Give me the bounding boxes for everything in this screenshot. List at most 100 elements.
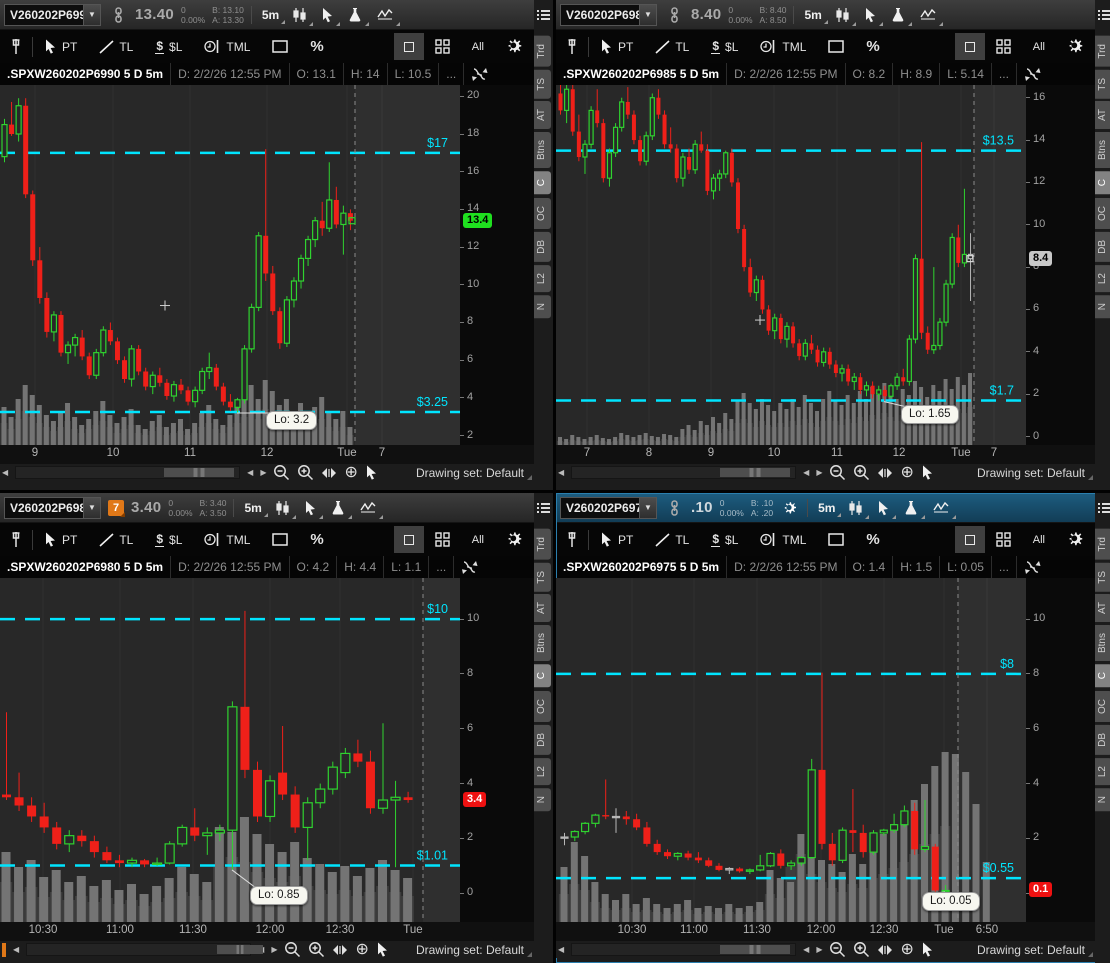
step-right-icon[interactable]: ▶	[816, 468, 822, 477]
point-tool-button[interactable]: PT	[33, 30, 88, 63]
chart-more-ellipsis[interactable]: ...	[992, 63, 1017, 85]
symbol-dropdown-button[interactable]: ▼	[639, 498, 656, 518]
percent-tool-button[interactable]: %	[299, 523, 334, 556]
crosshair-target-icon[interactable]: ⊕	[355, 943, 368, 957]
style-square-button[interactable]	[955, 33, 985, 60]
crosshair-target-icon[interactable]: ⊕	[344, 466, 357, 480]
point-tool-button[interactable]: PT	[589, 523, 644, 556]
symbol-input[interactable]: V260202P6975 ▼	[560, 497, 657, 519]
chart-more-ellipsis[interactable]: ...	[992, 556, 1017, 578]
price-level-tool-button[interactable]: $ $L	[700, 30, 749, 63]
grid-layout-button[interactable]	[985, 30, 1022, 63]
side-tab-trd[interactable]: Trd	[534, 36, 551, 67]
symbol-text[interactable]: V260202P6980	[5, 498, 83, 518]
side-tab-btns[interactable]: Btns	[1095, 625, 1110, 661]
pin-button[interactable]	[0, 523, 32, 556]
pin-button[interactable]	[556, 523, 588, 556]
pointer-icon[interactable]	[921, 465, 934, 480]
drawing-set-selector[interactable]: Drawing set: Default	[416, 943, 532, 957]
rectangle-tool-button[interactable]	[817, 30, 855, 63]
side-tab-ts[interactable]: TS	[534, 563, 551, 592]
side-tab-trd[interactable]: Trd	[1095, 36, 1110, 67]
pointer-icon[interactable]	[921, 942, 934, 957]
autofit-icon[interactable]	[454, 556, 486, 578]
crosshair-target-icon[interactable]: ⊕	[900, 466, 913, 480]
side-tab-at[interactable]: AT	[1095, 101, 1110, 129]
price-level-tool-button[interactable]: $ $L	[144, 30, 193, 63]
studies-flask-icon[interactable]	[903, 497, 925, 519]
price-axis[interactable]: 10864203.4	[460, 578, 534, 922]
side-tab-btns[interactable]: Btns	[534, 625, 551, 661]
price-axis[interactable]: 201816141210864213.4	[460, 85, 534, 445]
quick-menu-icon[interactable]	[537, 8, 553, 26]
trendline-tool-button[interactable]: TL	[644, 30, 700, 63]
price-chart-plot[interactable]: $8$0.55Lo: 0.05	[556, 578, 1026, 922]
studies-flask-icon[interactable]	[890, 4, 912, 26]
symbol-text[interactable]: V260202P6975	[561, 498, 639, 518]
chart-panel[interactable]: V260202P6975 ▼ .10 0 0.00% B: .10 A: .20…	[556, 493, 1110, 963]
side-tab-l2[interactable]: L2	[534, 265, 551, 292]
settings-gear-button[interactable]	[495, 523, 534, 556]
time-axis[interactable]: 9101112Tue7	[0, 445, 534, 464]
side-tab-ts[interactable]: TS	[1095, 70, 1110, 99]
settings-gear-button[interactable]	[1056, 30, 1095, 63]
all-button[interactable]: All	[1022, 30, 1056, 63]
time-axis[interactable]: 10:3011:0011:3012:0012:30Tue	[0, 922, 534, 941]
settings-gear-button[interactable]	[1056, 523, 1095, 556]
percent-tool-button[interactable]: %	[855, 523, 890, 556]
zoom-out-icon[interactable]	[273, 464, 290, 481]
link-group-badge[interactable]: 7	[108, 500, 124, 516]
cursor-tool-icon[interactable]	[303, 497, 323, 519]
chart-panel[interactable]: V260202P6985 ▼ 8.40 0 0.00% B: 8.40 A: 8…	[556, 0, 1110, 490]
price-chart-plot[interactable]: $13.5$1.7Lo: 1.65	[556, 85, 1026, 445]
point-tool-button[interactable]: PT	[589, 30, 644, 63]
rectangle-tool-button[interactable]	[261, 523, 299, 556]
settings-gear-button[interactable]	[495, 30, 534, 63]
crosshair-target-icon[interactable]: ⊕	[900, 943, 913, 957]
chart-more-ellipsis[interactable]: ...	[439, 63, 464, 85]
timeframe-button[interactable]: 5m	[241, 499, 267, 517]
pan-expand-icon[interactable]	[877, 467, 893, 479]
side-tab-n[interactable]: N	[534, 295, 551, 318]
strategies-icon[interactable]	[376, 4, 400, 26]
price-axis[interactable]: 16141210864208.4	[1026, 85, 1095, 445]
side-tab-oc[interactable]: OC	[534, 198, 551, 229]
price-level-tool-button[interactable]: $ $L	[144, 523, 193, 556]
price-axis[interactable]: 10864200.1	[1026, 578, 1095, 922]
drawing-set-selector[interactable]: Drawing set: Default	[977, 943, 1093, 957]
chart-scrollbar[interactable]: ▲	[26, 943, 251, 956]
pan-expand-icon[interactable]	[877, 944, 893, 956]
studies-flask-icon[interactable]	[347, 4, 369, 26]
pan-expand-icon[interactable]	[321, 467, 337, 479]
rectangle-tool-button[interactable]	[817, 523, 855, 556]
zoom-in-icon[interactable]	[297, 464, 314, 481]
zoom-in-icon[interactable]	[853, 941, 870, 958]
quick-menu-icon[interactable]	[1098, 8, 1110, 26]
strategies-icon[interactable]	[919, 4, 943, 26]
chart-type-icon[interactable]	[835, 4, 856, 26]
candlestick-chart-svg[interactable]: $8$0.55	[556, 578, 1026, 922]
timeframe-button[interactable]: 5m	[259, 6, 285, 24]
symbol-input[interactable]: V260202P6985 ▼	[560, 4, 657, 26]
side-tab-btns[interactable]: Btns	[534, 132, 551, 168]
symbol-text[interactable]: V260202P6985	[561, 5, 639, 25]
autofit-icon[interactable]	[1017, 556, 1049, 578]
style-square-button[interactable]	[394, 33, 424, 60]
side-tab-trd[interactable]: Trd	[1095, 529, 1110, 560]
quick-menu-icon[interactable]	[1098, 501, 1110, 519]
side-tab-n[interactable]: N	[1095, 788, 1110, 811]
step-left-icon[interactable]: ◀	[803, 468, 809, 477]
drawing-set-selector[interactable]: Drawing set: Default	[977, 466, 1093, 480]
chart-panel[interactable]: V260202P6990 ▼ 13.40 0 0.00% B: 13.10 A:…	[0, 0, 553, 490]
side-tab-l2[interactable]: L2	[534, 758, 551, 785]
studies-flask-icon[interactable]	[330, 497, 352, 519]
autofit-icon[interactable]	[464, 63, 496, 85]
symbol-input[interactable]: V260202P6980 ▼	[4, 497, 101, 519]
side-tab-c[interactable]: C	[534, 171, 551, 194]
symbol-input[interactable]: V260202P6990 ▼	[4, 4, 101, 26]
pan-expand-icon[interactable]	[332, 944, 348, 956]
zoom-out-icon[interactable]	[829, 464, 846, 481]
side-tab-db[interactable]: DB	[1095, 725, 1110, 755]
step-left-icon[interactable]: ◀	[803, 945, 809, 954]
timeframe-button[interactable]: 5m	[815, 499, 841, 517]
